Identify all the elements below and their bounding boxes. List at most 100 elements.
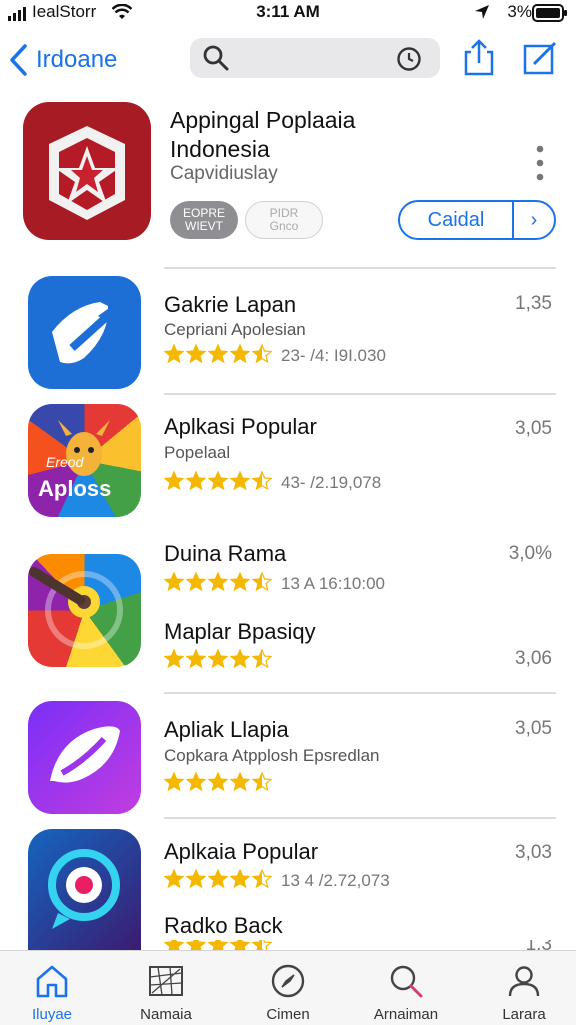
app-icon-apliak[interactable]	[28, 701, 141, 814]
app-name[interactable]: Aplkaia Popular	[164, 839, 318, 865]
more-options-icon[interactable]	[532, 144, 548, 184]
chevron-right-icon[interactable]: ›	[514, 209, 554, 232]
star-icon	[164, 940, 184, 950]
app-category: Popelaal	[164, 443, 231, 462]
app-time: 3,06	[515, 648, 552, 669]
star-rating	[164, 868, 274, 890]
age-badge: EOPRE WIEVT	[170, 201, 238, 239]
app-time: 1.3	[526, 940, 552, 950]
chevron-left-icon	[10, 44, 27, 76]
star-icon	[186, 344, 206, 364]
app-icon-aplkaia[interactable]	[28, 829, 141, 950]
star-icon	[208, 772, 228, 792]
app-category: Cepriani Apolesian	[164, 320, 306, 339]
star-icon	[230, 471, 250, 491]
star-rating	[164, 470, 274, 492]
app-icon-aplkasi[interactable]: Ereod Aploss	[28, 404, 141, 517]
star-icon	[208, 344, 228, 364]
divider	[164, 817, 556, 819]
app-time: 3,05	[515, 718, 552, 739]
back-label: Irdoane	[36, 46, 118, 73]
star-icon	[208, 649, 228, 669]
app-time: 1,35	[515, 293, 552, 314]
star-rating	[164, 648, 274, 670]
app-category: Copkara Atpplosh Epsredlan	[164, 746, 380, 765]
star-icon	[252, 344, 272, 364]
icon-text-top: Ereod	[46, 454, 84, 470]
app-icon-gakrie[interactable]	[28, 276, 141, 389]
back-button[interactable]: Irdoane	[8, 40, 117, 80]
rating-count: 43- /2.19,078	[281, 473, 382, 492]
tab-label: Cimen	[266, 1006, 310, 1023]
star-icon	[208, 572, 228, 592]
rating-count: 23- /4: I9I.030	[281, 346, 386, 365]
app-name[interactable]: Apliak Llapia	[164, 717, 289, 743]
star-icon	[186, 772, 206, 792]
star-icon	[230, 869, 250, 889]
person-icon	[508, 966, 540, 997]
status-bar: IealStorr 3:11 AM 3%	[0, 0, 576, 26]
star-icon	[164, 344, 184, 364]
star-rating	[164, 940, 274, 950]
app-name[interactable]: Duina Rama	[164, 541, 286, 567]
app-time: 3,05	[515, 418, 552, 439]
share-icon[interactable]	[462, 38, 496, 83]
divider	[164, 692, 556, 694]
tab-bar: Iluyae Namaia Cimen Arnaiman Larara	[0, 950, 576, 1025]
star-icon	[164, 772, 184, 792]
star-icon	[252, 869, 272, 889]
tab-namaia[interactable]: Namaia	[116, 951, 216, 1025]
featured-app-icon[interactable]	[23, 102, 151, 240]
compass-icon	[271, 964, 305, 998]
star-icon	[230, 772, 250, 792]
tab-label: Larara	[502, 1006, 546, 1023]
divider	[164, 393, 556, 395]
app-time: 3,0%	[508, 543, 552, 564]
star-icon	[164, 649, 184, 669]
star-icon	[208, 869, 228, 889]
battery-icon	[532, 4, 568, 27]
tab-label: Arnaiman	[373, 1006, 439, 1023]
history-icon[interactable]	[396, 46, 422, 72]
star-icon	[230, 344, 250, 364]
star-icon	[252, 572, 272, 592]
search-icon	[203, 45, 229, 71]
star-icon	[186, 940, 206, 950]
star-icon	[164, 572, 184, 592]
home-icon	[36, 965, 68, 998]
star-icon	[230, 940, 250, 950]
compose-icon[interactable]	[522, 40, 558, 81]
info-badge: PIDR Gnco	[245, 201, 323, 239]
app-name[interactable]: Maplar Bpasiqy	[164, 619, 316, 645]
tab-cimen[interactable]: Cimen	[238, 951, 338, 1025]
star-icon	[230, 649, 250, 669]
featured-title: Appingal Poplaaia Indonesia	[170, 107, 356, 162]
divider	[164, 267, 556, 269]
rating-count: 13 4 /2.72,073	[281, 871, 390, 890]
star-icon	[164, 471, 184, 491]
star-icon	[186, 471, 206, 491]
star-rating	[164, 343, 274, 365]
search-field[interactable]	[190, 38, 440, 78]
tab-home[interactable]: Iluyae	[2, 951, 102, 1025]
tab-arnaiman[interactable]: Arnaiman	[356, 951, 456, 1025]
featured-subtitle: Capvidiuslay	[170, 163, 278, 184]
app-name[interactable]: Gakrie Lapan	[164, 292, 296, 318]
star-icon	[186, 869, 206, 889]
tab-label: Iluyae	[31, 1006, 73, 1023]
app-name[interactable]: Radko Back	[164, 913, 283, 939]
star-icon	[252, 649, 272, 669]
get-button[interactable]: Caidal ›	[398, 200, 556, 240]
app-name[interactable]: Aplkasi Popular	[164, 414, 317, 440]
star-icon	[208, 940, 228, 950]
app-time: 3,03	[515, 842, 552, 863]
star-icon	[252, 471, 272, 491]
star-icon	[186, 572, 206, 592]
get-button-label: Caidal	[427, 208, 485, 231]
map-icon	[149, 966, 183, 996]
app-icon-duina[interactable]	[28, 554, 141, 667]
star-rating	[164, 571, 274, 593]
location-arrow-icon	[474, 4, 490, 25]
star-rating	[164, 771, 274, 793]
tab-larara[interactable]: Larara	[474, 951, 574, 1025]
